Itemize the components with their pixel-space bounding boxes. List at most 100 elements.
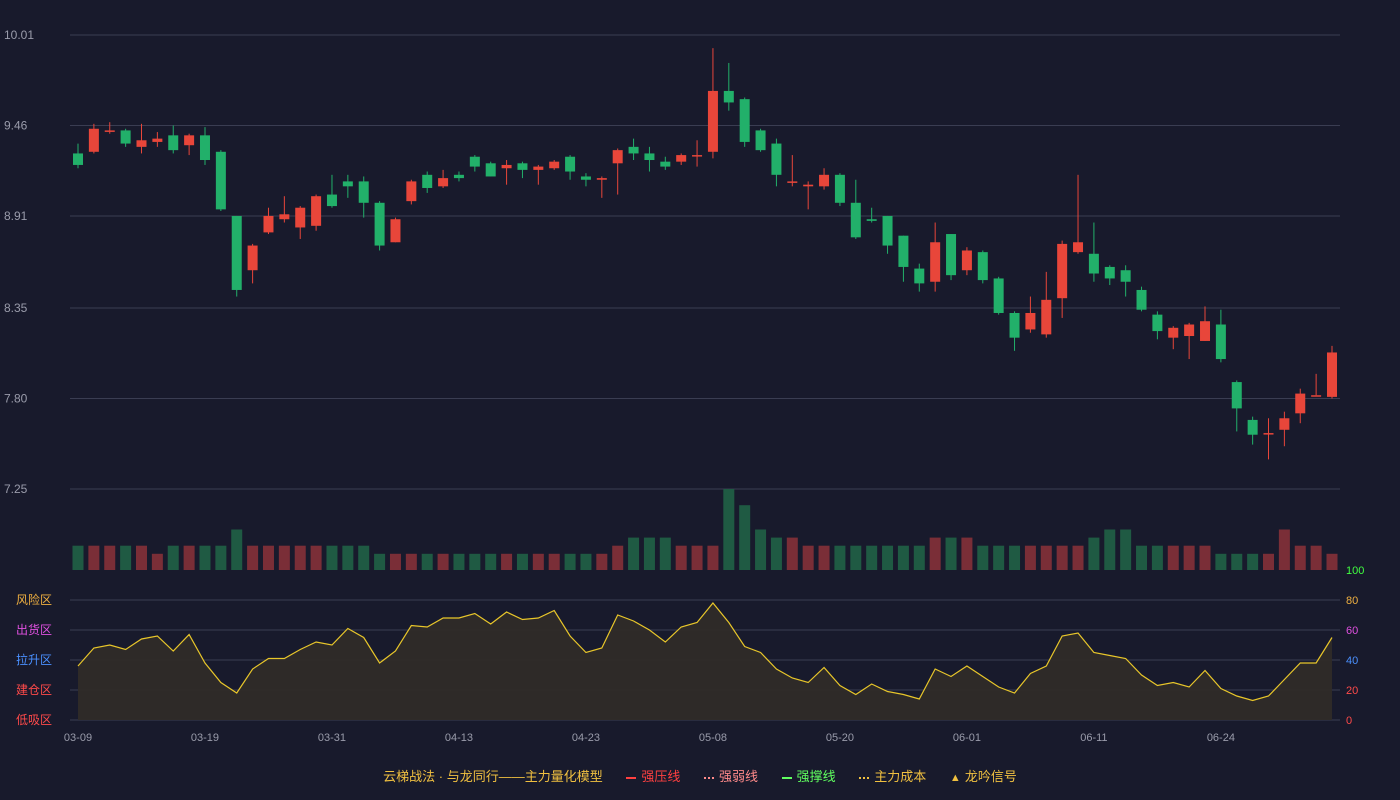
candle[interactable]	[326, 174, 337, 208]
legend-main-cost[interactable]: 主力成本	[859, 766, 926, 785]
candle[interactable]	[723, 62, 734, 111]
candle-body	[819, 174, 830, 187]
candle[interactable]	[1231, 380, 1242, 432]
candle[interactable]	[707, 48, 718, 159]
candle[interactable]	[1152, 311, 1163, 340]
volume-bar	[945, 537, 957, 570]
legend-support-line-label: 强撑线	[796, 769, 836, 784]
candle[interactable]	[1057, 240, 1068, 318]
candle[interactable]	[803, 181, 814, 210]
candle[interactable]	[438, 169, 449, 188]
candle[interactable]	[168, 125, 179, 154]
legend-strong-pressure[interactable]: 强压线	[626, 766, 680, 785]
candle[interactable]	[374, 201, 385, 251]
candle[interactable]	[1311, 373, 1322, 397]
candle[interactable]	[676, 153, 687, 165]
candle[interactable]	[580, 173, 591, 187]
candle[interactable]	[755, 128, 766, 152]
candle[interactable]	[834, 173, 845, 207]
candle[interactable]	[1088, 222, 1099, 282]
candle[interactable]	[644, 146, 655, 172]
price-tick-label: 7.80	[4, 392, 28, 406]
candle[interactable]	[1215, 309, 1226, 363]
candle-body	[279, 214, 290, 220]
volume-bar	[389, 553, 401, 570]
candle[interactable]	[1041, 271, 1052, 338]
candle-body	[517, 163, 528, 170]
candle[interactable]	[120, 128, 131, 147]
candle[interactable]	[866, 207, 877, 223]
candle[interactable]	[1263, 418, 1274, 460]
legend-dragon-signal[interactable]: ▲ 龙吟信号	[950, 766, 1017, 785]
candle[interactable]	[1295, 388, 1306, 424]
candle[interactable]	[263, 207, 274, 235]
candle[interactable]	[485, 161, 496, 177]
candle[interactable]	[358, 176, 369, 218]
candle[interactable]	[311, 194, 322, 231]
candle[interactable]	[946, 234, 957, 281]
legend-weak-line[interactable]: 强弱线	[704, 766, 758, 785]
candle[interactable]	[898, 235, 909, 282]
candle[interactable]	[1247, 416, 1258, 445]
candle[interactable]	[660, 156, 671, 170]
candle[interactable]	[977, 250, 988, 284]
candle[interactable]	[501, 160, 512, 185]
candle[interactable]	[422, 171, 433, 193]
candle[interactable]	[88, 123, 99, 154]
candle[interactable]	[692, 140, 703, 167]
candle[interactable]	[1025, 296, 1036, 333]
candle[interactable]	[930, 222, 941, 292]
candle[interactable]	[517, 161, 528, 179]
candle[interactable]	[819, 168, 830, 190]
candle-body	[596, 178, 607, 180]
candle[interactable]	[342, 174, 353, 198]
candle[interactable]	[533, 164, 544, 185]
candle[interactable]	[739, 97, 750, 147]
candle[interactable]	[136, 123, 147, 154]
candle[interactable]	[771, 138, 782, 187]
candle[interactable]	[406, 179, 417, 205]
candle[interactable]	[1184, 322, 1195, 360]
candle[interactable]	[565, 155, 576, 180]
candle[interactable]	[1104, 265, 1115, 286]
candle[interactable]	[231, 215, 242, 297]
candle[interactable]	[390, 217, 401, 243]
candle[interactable]	[104, 122, 115, 134]
candle[interactable]	[596, 176, 607, 198]
candle[interactable]	[1200, 306, 1211, 341]
candle[interactable]	[152, 132, 163, 147]
candle[interactable]	[453, 171, 464, 182]
candle[interactable]	[1073, 174, 1084, 254]
support-line-swatch	[781, 776, 792, 779]
candle[interactable]	[961, 247, 972, 276]
candle[interactable]	[215, 150, 226, 212]
candle[interactable]	[1327, 345, 1337, 399]
candle[interactable]	[1168, 326, 1179, 350]
candle[interactable]	[850, 179, 861, 239]
candle[interactable]	[628, 138, 639, 161]
candle[interactable]	[549, 160, 560, 170]
candle[interactable]	[199, 127, 210, 165]
candle[interactable]	[469, 155, 480, 172]
candle[interactable]	[882, 215, 893, 254]
candle-body	[422, 174, 433, 188]
candle[interactable]	[1279, 411, 1290, 447]
candle[interactable]	[787, 155, 798, 187]
legend-strong-pressure-label: 强压线	[641, 769, 681, 784]
candle[interactable]	[914, 263, 925, 292]
candle[interactable]	[1136, 286, 1147, 312]
candle[interactable]	[295, 206, 306, 239]
volume-bar	[1056, 545, 1068, 570]
main-cost-swatch	[859, 776, 870, 779]
legend-support-line[interactable]: 强撑线	[781, 766, 836, 785]
candle[interactable]	[1009, 311, 1020, 351]
candle-body	[834, 174, 845, 203]
candle-body	[549, 161, 560, 169]
candle[interactable]	[279, 196, 290, 223]
candle[interactable]	[612, 148, 623, 195]
candle[interactable]	[184, 133, 195, 156]
candle[interactable]	[247, 243, 258, 284]
candle[interactable]	[73, 143, 83, 169]
candle[interactable]	[993, 276, 1004, 315]
candle[interactable]	[1120, 265, 1131, 297]
